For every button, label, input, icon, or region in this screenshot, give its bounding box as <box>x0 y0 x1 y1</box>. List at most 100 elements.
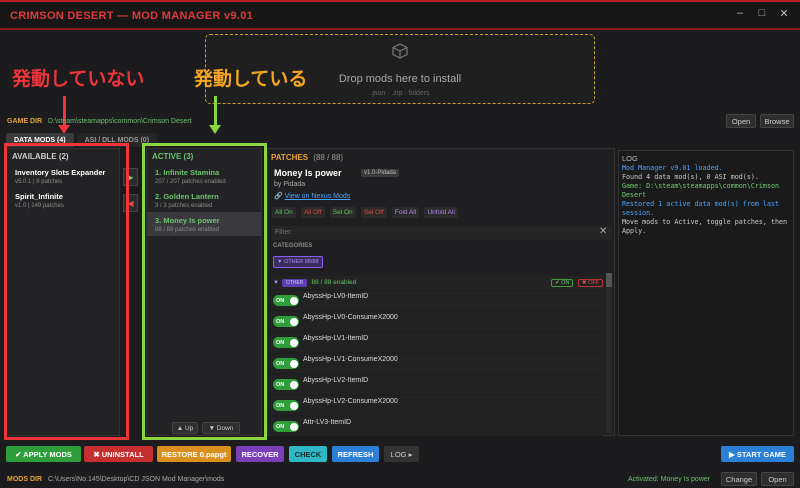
nexus-link-label: View on Nexus Mods <box>284 193 351 200</box>
mod-type-tabs: DATA MODS (4) ASI / DLL MODS (0) <box>6 133 158 147</box>
patch-toggle[interactable]: ON <box>273 400 299 411</box>
mod-meta: v5.0.1 | 8 patches <box>15 179 63 185</box>
tab-asi-mods[interactable]: ASI / DLL MODS (0) <box>76 133 158 147</box>
categories-label: CATEGORIES <box>273 243 313 249</box>
available-panel: AVAILABLE (2) Inventory Slots Expander v… <box>6 148 120 436</box>
log-panel: LOG Mod Manager v9.01 loaded. Found 4 dat… <box>618 150 794 436</box>
patch-name: AbyssHp-LV1-ItemID <box>303 335 369 342</box>
patch-mod-name: Money Is power <box>274 168 342 178</box>
all-on-button[interactable]: All On <box>272 207 296 218</box>
patch-toggle[interactable]: ON <box>273 295 299 306</box>
mods-dir-open-button[interactable]: Open <box>761 472 794 486</box>
title-bar: CRIMSON DESERT — MOD MANAGER v9.01 <box>0 0 800 30</box>
filter-input[interactable]: Filter: <box>272 226 612 240</box>
group-count: 88 / 88 enabled <box>311 279 357 286</box>
refresh-button[interactable]: REFRESH <box>332 446 379 462</box>
group-on-button[interactable]: ✔ ON <box>551 278 574 287</box>
game-dir-path: D:\steam\steamapps\common\Crimson Desert <box>48 117 192 125</box>
patch-row[interactable]: ON AbyssHp-LV0-ConsumeX2000 <box>270 312 603 331</box>
mods-dir-path: C:\Users\No.145\Desktop\CD JSON Mod Mana… <box>48 475 225 483</box>
patch-row[interactable]: ON AbyssHp-LV0-ItemID <box>270 291 603 310</box>
list-item[interactable]: 3. Money Is power 88 / 88 patches enable… <box>147 212 261 236</box>
log-toggle-button[interactable]: LOG ▸ <box>384 446 419 462</box>
patch-row[interactable]: ON Attr-LV3-ItemID <box>270 417 603 436</box>
mod-meta: 88 / 88 patches enabled <box>155 227 220 233</box>
list-item[interactable]: Inventory Slots Expander v5.0.1 | 8 patc… <box>7 164 119 188</box>
move-to-available-button[interactable]: ◀ <box>123 194 138 212</box>
list-item[interactable]: 1. Infinite Stamina 207 / 207 patches en… <box>147 164 261 188</box>
mod-name: 1. Infinite Stamina <box>155 168 220 177</box>
nexus-link[interactable]: 🔗 View on Nexus Mods <box>274 192 350 200</box>
patches-header: PATCHES <box>271 153 309 162</box>
list-item[interactable]: Spirit_Infinite v1.0 | 149 patches <box>7 188 119 212</box>
sel-off-button[interactable]: Sel Off <box>360 207 387 218</box>
mods-dir-bar: MODS DIR C:\Users\No.145\Desktop\CD JSON… <box>0 470 800 488</box>
log-lines: Mod Manager v9.01 loaded. Found 4 data mo… <box>622 164 790 236</box>
active-header: ACTIVE (3) <box>152 152 194 161</box>
patch-name: AbyssHp-LV2-ConsumeX2000 <box>303 398 398 405</box>
move-to-active-button[interactable]: ▶ <box>123 168 138 186</box>
all-off-button[interactable]: All Off <box>300 207 325 218</box>
patch-name: AbyssHp-LV0-ItemID <box>303 293 369 300</box>
move-down-button[interactable]: ▼ Down <box>202 422 240 434</box>
uninstall-button[interactable]: ✖ UNINSTALL <box>84 446 153 462</box>
patch-toggle[interactable]: ON <box>273 379 299 390</box>
patch-toggle[interactable]: ON <box>273 421 299 432</box>
fold-all-button[interactable]: Fold All <box>391 207 420 218</box>
mod-meta: 207 / 207 patches enabled <box>155 179 226 185</box>
sel-on-button[interactable]: Sel On <box>329 207 356 218</box>
window-title: CRIMSON DESERT — MOD MANAGER v9.01 <box>10 10 254 22</box>
patch-row[interactable]: ON AbyssHp-LV1-ItemID <box>270 333 603 352</box>
annotation-not-active: 発動していない <box>12 69 145 90</box>
annotation-active: 発動している <box>194 69 308 90</box>
patch-action-buttons: All On All Off Sel On Sel Off Fold All U… <box>272 207 461 218</box>
game-dir-label: GAME DIR <box>7 117 42 125</box>
title-divider <box>0 28 800 30</box>
mod-name: Spirit_Infinite <box>15 192 63 201</box>
group-tag: OTHER <box>281 278 308 287</box>
mods-dir-label: MODS DIR <box>7 475 42 483</box>
unfold-all-button[interactable]: Unfold All <box>424 207 458 218</box>
category-chip[interactable]: ▼ OTHER 88/88 <box>273 256 323 268</box>
check-button[interactable]: CHECK <box>289 446 327 462</box>
clear-filter-icon[interactable]: ✕ <box>599 226 607 237</box>
patch-group-header[interactable]: ▼ OTHER 88 / 88 enabled ✔ ON ✖ OFF <box>271 276 604 289</box>
apply-mods-button[interactable]: ✔ APPLY MODS <box>6 446 81 462</box>
patch-name: Attr-LV3-ItemID <box>303 419 352 426</box>
mod-meta: 3 / 3 patches enabled <box>155 203 213 209</box>
patch-name: AbyssHp-LV2-ItemID <box>303 377 369 384</box>
list-item[interactable]: 2. Golden Lantern 3 / 3 patches enabled <box>147 188 261 212</box>
package-icon <box>392 43 408 59</box>
maximize-button[interactable]: □ <box>752 7 772 19</box>
patch-name: AbyssHp-LV1-ConsumeX2000 <box>303 356 398 363</box>
log-line: Game: D:\steam\steamapps\common\Crimson … <box>622 182 780 199</box>
active-panel: ACTIVE (3) 1. Infinite Stamina 207 / 207… <box>146 148 262 436</box>
restore-button[interactable]: RESTORE 0.papgt <box>157 446 231 462</box>
game-dir-bar: GAME DIR D:\steam\steamapps\common\Crims… <box>0 112 800 130</box>
patch-row[interactable]: ON AbyssHp-LV2-ItemID <box>270 375 603 394</box>
scrollbar[interactable] <box>606 273 612 433</box>
mods-dir-change-button[interactable]: Change <box>721 472 757 486</box>
patch-toggle[interactable]: ON <box>273 316 299 327</box>
close-button[interactable]: ✕ <box>774 7 794 20</box>
patch-toggle[interactable]: ON <box>273 358 299 369</box>
patch-row[interactable]: ON AbyssHp-LV1-ConsumeX2000 <box>270 354 603 373</box>
mod-name: 2. Golden Lantern <box>155 192 219 201</box>
log-line: Found 4 data mod(s), 0 ASI mod(s). <box>622 173 759 181</box>
game-dir-open-button[interactable]: Open <box>726 114 756 128</box>
tab-data-mods[interactable]: DATA MODS (4) <box>6 133 74 147</box>
recover-button[interactable]: RECOVER <box>236 446 284 462</box>
mod-meta: v1.0 | 149 patches <box>15 203 64 209</box>
start-game-button[interactable]: ▶ START GAME <box>721 446 794 462</box>
mod-name: 3. Money Is power <box>155 216 220 225</box>
move-up-button[interactable]: ▲ Up <box>172 422 198 434</box>
group-off-button[interactable]: ✖ OFF <box>578 278 604 287</box>
activated-status: Activated: Money Is power <box>628 475 711 483</box>
log-header: LOG <box>622 154 638 163</box>
patch-row[interactable]: ON AbyssHp-LV2-ConsumeX2000 <box>270 396 603 415</box>
minimize-button[interactable]: – <box>730 7 750 19</box>
patch-toggle[interactable]: ON <box>273 337 299 348</box>
patch-name: AbyssHp-LV0-ConsumeX2000 <box>303 314 398 321</box>
game-dir-browse-button[interactable]: Browse <box>760 114 794 128</box>
version-badge: v1.0-Pidada <box>361 169 400 177</box>
